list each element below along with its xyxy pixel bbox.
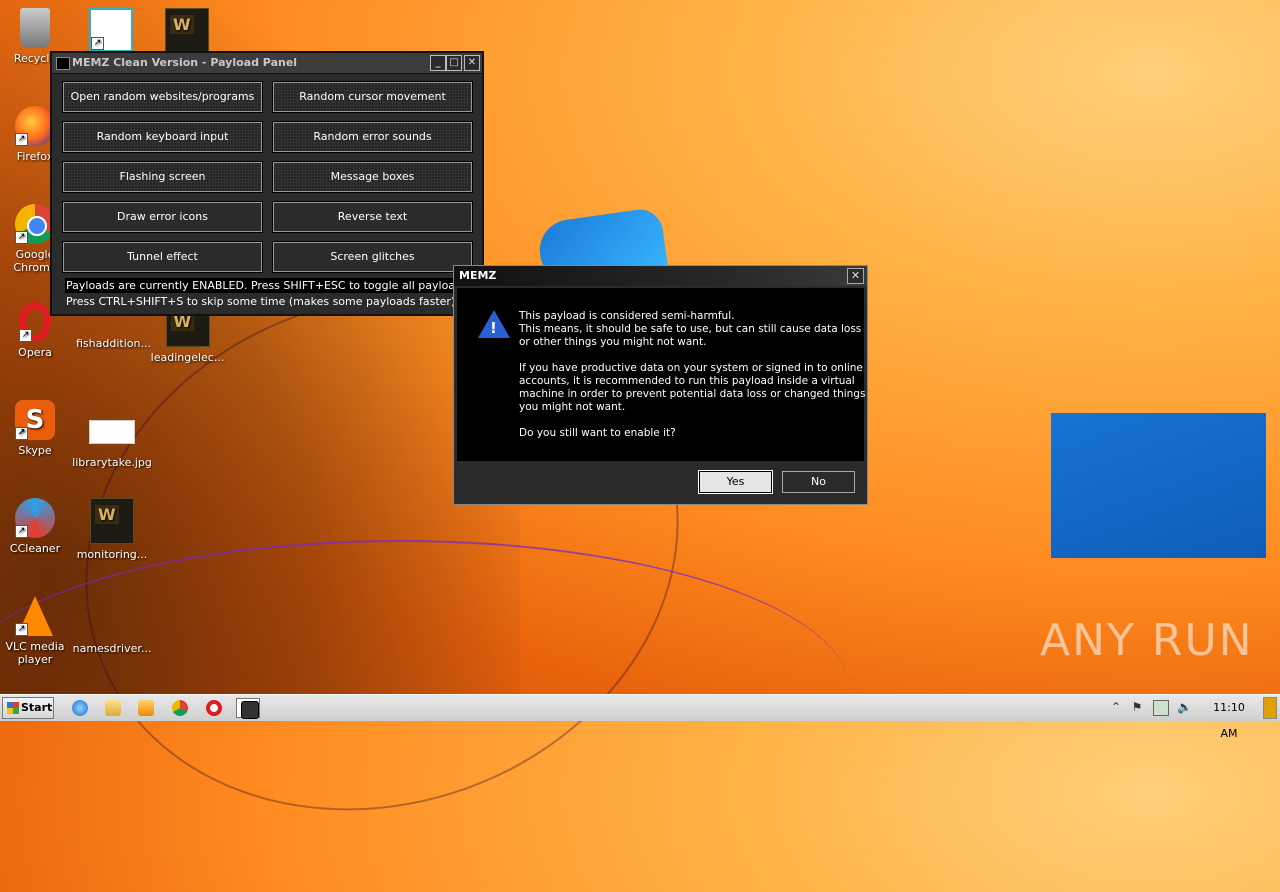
- taskbar-file-explorer[interactable]: [101, 698, 125, 718]
- chrome-icon: [172, 700, 188, 716]
- payload-button-reverse-text[interactable]: Reverse text: [272, 201, 473, 233]
- desktop-icon-label: CCleaner: [9, 542, 61, 555]
- system-clock[interactable]: 11:10 AM: [1203, 695, 1255, 747]
- payload-button-draw-error-icons[interactable]: Draw error icons: [62, 201, 263, 233]
- dialog-message-line: If you have productive data on your syst…: [519, 362, 863, 374]
- desktop-icon-monitoring[interactable]: monitoring...: [76, 498, 148, 561]
- payload-button-screen-glitches[interactable]: Screen glitches: [272, 241, 473, 273]
- payload-button-flashing-screen[interactable]: Flashing screen: [62, 161, 263, 193]
- show-desktop-button[interactable]: [1263, 697, 1277, 719]
- shortcut-arrow-icon: ↗: [15, 133, 28, 146]
- desktop-icon-label: Opera: [18, 346, 52, 359]
- taskbar-opera[interactable]: [202, 698, 226, 718]
- app-icon: [56, 57, 70, 70]
- payload-status-text: Payloads are currently ENABLED. Press SH…: [65, 278, 474, 293]
- taskbar-internet-explorer[interactable]: [68, 698, 92, 718]
- media-player-icon: [138, 700, 154, 716]
- exclamation-icon: !: [490, 319, 497, 337]
- taskbar-chrome[interactable]: [168, 698, 192, 718]
- dialog-message-line: This means, it should be safe to use, bu…: [519, 323, 862, 335]
- desktop-icon-label: leadingelec...: [150, 351, 225, 364]
- desktop-icon-namesdriver[interactable]: namesdriver...: [72, 610, 152, 655]
- dialog-title: MEMZ: [459, 269, 497, 282]
- show-hidden-icons-icon[interactable]: ⌃: [1109, 700, 1123, 714]
- dialog-message-line: or other things you might not want.: [519, 336, 707, 348]
- chrome-icon: ↗: [15, 204, 55, 244]
- word-document-icon: [165, 8, 209, 54]
- blue-rectangle: [1051, 413, 1266, 558]
- windows-logo-icon: [7, 702, 19, 714]
- desktop-icon-fishaddition[interactable]: fishaddition....: [76, 315, 151, 350]
- shortcut-arrow-icon: ↗: [19, 329, 32, 342]
- desktop-icon-label: monitoring...: [76, 548, 148, 561]
- maximize-icon[interactable]: □: [446, 55, 462, 71]
- payload-button-tunnel-effect[interactable]: Tunnel effect: [62, 241, 263, 273]
- network-icon[interactable]: [1153, 700, 1169, 716]
- anyrun-watermark: ANY RUN: [1040, 615, 1254, 666]
- action-center-flag-icon[interactable]: ⚑: [1130, 700, 1144, 714]
- payload-button-random-cursor-movement[interactable]: Random cursor movement: [272, 81, 473, 113]
- dialog-message-area: ! This payload is considered semi-harmfu…: [457, 288, 866, 461]
- yes-button[interactable]: Yes: [698, 470, 773, 494]
- ccleaner-icon: ↗: [15, 498, 55, 538]
- skype-icon: S ↗: [15, 400, 55, 440]
- internet-explorer-icon: [72, 700, 88, 716]
- folder-icon: [105, 700, 121, 716]
- desktop-icon-label: fishaddition....: [76, 337, 151, 350]
- no-button[interactable]: No: [782, 471, 855, 493]
- desktop-icon-label: librarytake.jpg: [72, 456, 152, 469]
- wallpaper-swirl-purple: [0, 540, 850, 842]
- shortcut-arrow-icon: ↗: [15, 427, 28, 440]
- start-button[interactable]: Start: [2, 697, 54, 719]
- desktop-icon-label: VLC media player: [5, 640, 65, 666]
- desktop-icon-skype[interactable]: S ↗ Skype: [0, 400, 70, 457]
- blank-file-icon: [92, 610, 132, 638]
- image-file-icon: [89, 420, 135, 444]
- desktop-icon-label: Skype: [18, 444, 52, 457]
- dialog-message-line: you might not want.: [519, 401, 626, 413]
- volume-icon[interactable]: 🔈: [1177, 700, 1192, 714]
- desktop-icon-vlc[interactable]: ↗ VLC media player: [0, 596, 70, 666]
- desktop-icon-label: namesdriver...: [72, 642, 152, 655]
- desktop-icon-librarytake[interactable]: librarytake.jpg: [72, 410, 152, 469]
- taskbar-memz-window[interactable]: [236, 698, 260, 719]
- pdf-file-icon: ↗: [89, 8, 133, 52]
- memz-payload-panel-window[interactable]: MEMZ Clean Version - Payload Panel _ □ ✕…: [50, 51, 484, 316]
- opera-icon: ↗: [19, 302, 51, 342]
- payload-button-random-keyboard-input[interactable]: Random keyboard input: [62, 121, 263, 153]
- word-document-icon: [90, 498, 134, 544]
- payload-button-random-error-sounds[interactable]: Random error sounds: [272, 121, 473, 153]
- payload-hint-text: Press CTRL+SHIFT+S to skip some time (ma…: [66, 295, 456, 308]
- desktop-icon-pdf[interactable]: ↗: [76, 8, 146, 56]
- window-title-bar[interactable]: MEMZ Clean Version - Payload Panel _ □ ✕: [52, 53, 482, 74]
- start-label: Start: [21, 701, 53, 714]
- opera-icon: [206, 700, 222, 716]
- recycle-bin-icon: [20, 8, 50, 48]
- window-title: MEMZ Clean Version - Payload Panel: [72, 56, 298, 69]
- dialog-message-line: machine in order to prevent potential da…: [519, 388, 866, 400]
- payload-button-message-boxes[interactable]: Message boxes: [272, 161, 473, 193]
- dialog-message-line: This payload is considered semi-harmful.: [519, 310, 735, 322]
- memz-app-icon: [241, 701, 259, 719]
- desktop-icon-ccleaner[interactable]: ↗ CCleaner: [0, 498, 70, 555]
- memz-warning-dialog[interactable]: MEMZ ✕ ! This payload is considered semi…: [453, 265, 868, 505]
- vlc-icon-wrap: ↗: [15, 596, 55, 636]
- close-icon[interactable]: ✕: [464, 55, 480, 71]
- payload-button-open-random-websites[interactable]: Open random websites/programs: [62, 81, 263, 113]
- shortcut-arrow-icon: ↗: [15, 231, 28, 244]
- taskbar-media-player[interactable]: [134, 698, 158, 718]
- shortcut-arrow-icon: ↗: [91, 37, 104, 50]
- shortcut-arrow-icon: ↗: [15, 525, 28, 538]
- dialog-title-bar[interactable]: MEMZ ✕: [454, 266, 867, 286]
- close-icon[interactable]: ✕: [847, 268, 864, 284]
- dialog-question: Do you still want to enable it?: [519, 427, 676, 439]
- taskbar: Start ⌃ ⚑ 🔈 11:10 AM: [0, 694, 1280, 740]
- dialog-message-line: accounts, it is recommended to run this …: [519, 375, 855, 387]
- shortcut-arrow-icon: ↗: [15, 623, 28, 636]
- firefox-icon: ↗: [15, 106, 55, 146]
- minimize-icon[interactable]: _: [430, 55, 446, 71]
